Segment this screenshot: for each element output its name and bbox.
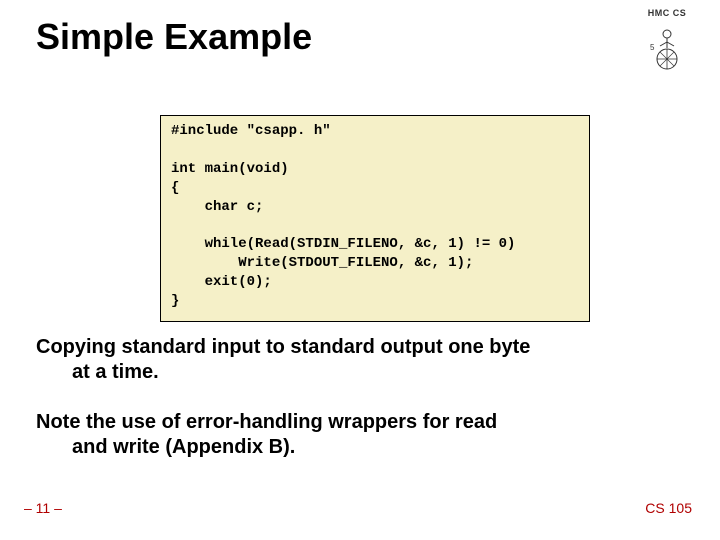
body2-line1: Note the use of error-handling wrappers … — [36, 411, 497, 433]
body1-line2: at a time. — [36, 360, 684, 385]
logo: HMC CS 5 — [632, 8, 702, 78]
body1-line1: Copying standard input to standard outpu… — [36, 336, 530, 358]
course-label: CS 105 — [645, 500, 692, 516]
unicycle-icon: 5 — [640, 20, 694, 70]
logo-text: HMC CS — [648, 8, 687, 18]
body2-line2: and write (Appendix B). — [36, 435, 684, 460]
body-text-2: Note the use of error-handling wrappers … — [36, 410, 684, 460]
slide: Simple Example HMC CS 5 #include "csapp.… — [0, 0, 720, 540]
slide-title: Simple Example — [36, 16, 312, 58]
body-text-1: Copying standard input to standard outpu… — [36, 335, 684, 385]
svg-text:5: 5 — [650, 43, 655, 52]
page-number: – 11 – — [24, 500, 62, 516]
code-block: #include "csapp. h" int main(void) { cha… — [160, 115, 590, 322]
